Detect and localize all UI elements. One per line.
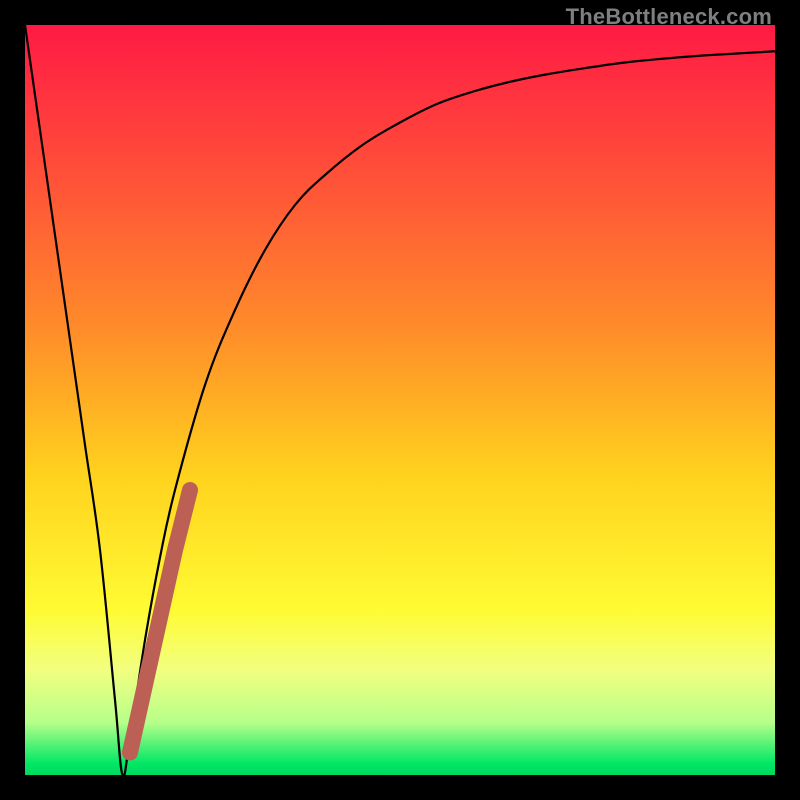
bottleneck-curve <box>25 25 775 775</box>
plot-area <box>25 25 775 775</box>
curve-layer <box>25 25 775 775</box>
watermark-text: TheBottleneck.com <box>566 4 772 30</box>
chart-frame: TheBottleneck.com <box>0 0 800 800</box>
highlight-segment <box>130 490 190 753</box>
